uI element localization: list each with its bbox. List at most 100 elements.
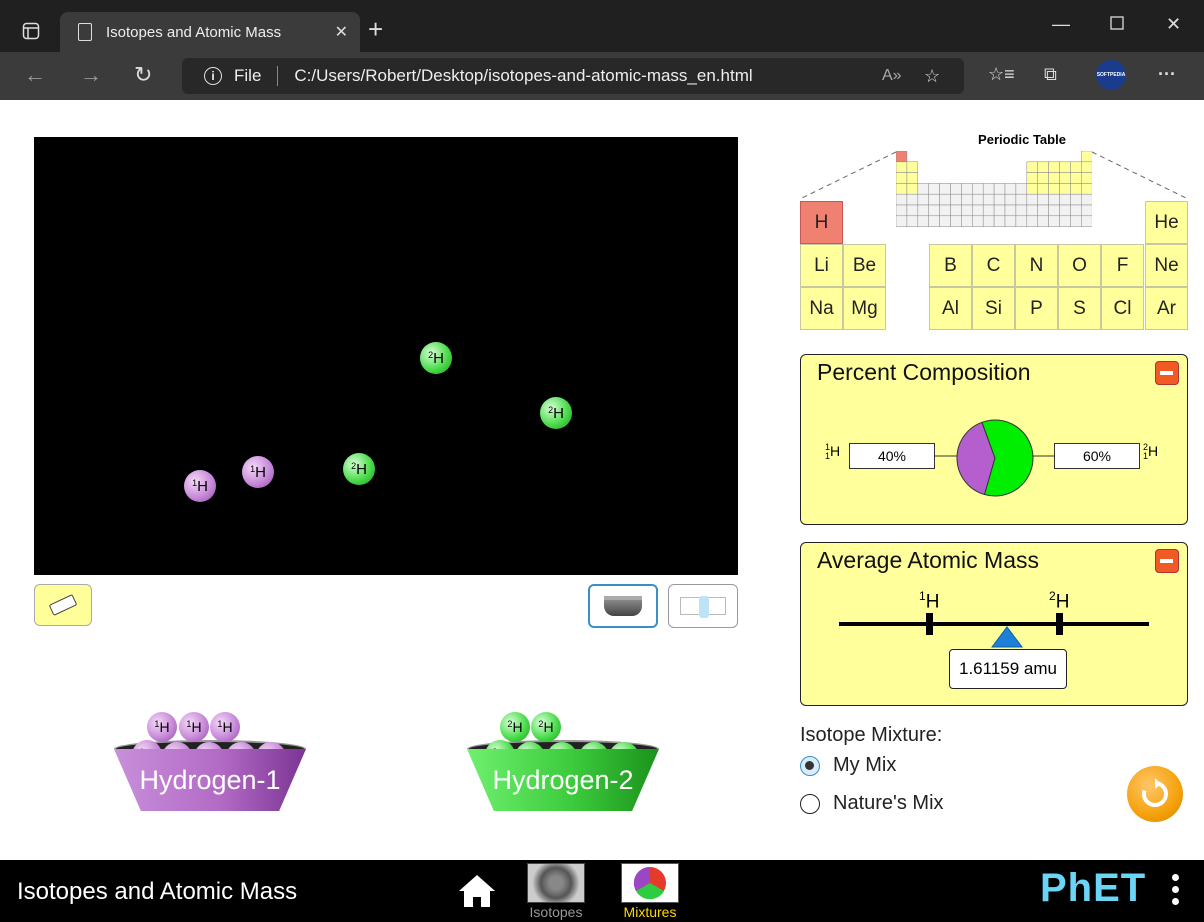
tick-label-hydrogen-2: 2H <box>1049 589 1070 613</box>
element-cell-p[interactable]: P <box>1015 287 1058 330</box>
hydrogen-2-bucket[interactable]: 2H 2H 2H 2H 2H Hydrogen-2 2H 2H <box>465 708 665 818</box>
maximize-icon[interactable] <box>1110 14 1124 35</box>
mixtures-screen-thumbnail <box>621 863 679 903</box>
isotopes-screen-thumbnail <box>527 863 585 903</box>
bucket-atom[interactable]: 2H <box>500 712 530 742</box>
eraser-icon <box>48 594 78 616</box>
info-icon[interactable]: i <box>204 67 222 85</box>
percent-composition-panel: Percent Composition 11H 40% 60% 21H <box>800 354 1188 525</box>
panel-title: Average Atomic Mass <box>817 547 1040 573</box>
forward-icon[interactable]: → <box>80 62 102 88</box>
url-text: C:/Users/Robert/Desktop/isotopes-and-ato… <box>294 66 753 85</box>
screen-button-isotopes[interactable]: Isotopes <box>524 863 588 920</box>
element-cell-al[interactable]: Al <box>929 287 972 330</box>
atom-hydrogen-1[interactable]: 1H <box>242 456 274 488</box>
atom-hydrogen-1[interactable]: 1H <box>184 470 216 502</box>
element-cell-si[interactable]: Si <box>972 287 1015 330</box>
close-window-icon[interactable]: ✕ <box>1166 14 1181 35</box>
bucket-atom[interactable]: 1H <box>210 712 240 742</box>
radio-selected-indicator[interactable] <box>800 755 820 776</box>
element-cell-ne[interactable]: Ne <box>1145 244 1188 287</box>
refresh-icon[interactable]: ↻ <box>134 62 152 88</box>
element-cell-s[interactable]: S <box>1058 287 1101 330</box>
element-cell-ar[interactable]: Ar <box>1145 287 1188 330</box>
bucket-label: Hydrogen-1 <box>114 749 306 811</box>
tick-label-hydrogen-1: 1H <box>919 589 940 613</box>
collections-icon[interactable]: ⧉ <box>1044 64 1057 85</box>
my-mix-radio[interactable]: My Mix <box>800 754 896 777</box>
radio-label: My Mix <box>833 754 897 776</box>
mass-scale <box>839 613 1149 648</box>
screen-label: Isotopes <box>529 904 583 920</box>
test-chamber[interactable]: 2H 2H 1H 1H 2H <box>34 137 738 575</box>
browser-titlebar: Isotopes and Atomic Mass ✕ + — ✕ <box>0 0 1204 52</box>
collapse-button[interactable] <box>1155 549 1179 573</box>
natures-mix-radio[interactable]: Nature's Mix <box>800 792 944 815</box>
address-separator <box>277 66 279 86</box>
favorites-icon[interactable]: ☆≡ <box>988 64 1015 85</box>
element-cell-o[interactable]: O <box>1058 244 1101 287</box>
element-cell-cl[interactable]: Cl <box>1101 287 1144 330</box>
collapse-button[interactable] <box>1155 361 1179 385</box>
close-tab-icon[interactable]: ✕ <box>335 22 348 42</box>
document-icon <box>78 23 92 41</box>
screen-label: Mixtures <box>623 904 677 920</box>
bucket-atom[interactable]: 2H <box>531 712 561 742</box>
isotope-label-right: 21H <box>1143 442 1159 462</box>
element-cell-na[interactable]: Na <box>800 287 843 330</box>
tick-hydrogen-2 <box>1056 613 1063 635</box>
simulation-area: 2H 2H 1H 1H 2H 1H 1H 1H 1H 1H Hydrogen-1… <box>0 100 1204 922</box>
radio-label: Nature's Mix <box>833 792 944 814</box>
read-aloud-icon[interactable]: A» <box>882 67 902 85</box>
average-mass-pointer <box>991 626 1023 648</box>
tab-actions-icon[interactable] <box>14 14 48 48</box>
hydrogen-1-percent: 40% <box>849 443 935 469</box>
screen-button-mixtures[interactable]: Mixtures <box>618 863 682 920</box>
element-cell-b[interactable]: B <box>929 244 972 287</box>
atom-hydrogen-2[interactable]: 2H <box>343 453 375 485</box>
file-label: File <box>234 66 262 85</box>
profile-avatar[interactable]: SOFTPEDIA <box>1096 60 1126 90</box>
slider-mode-button[interactable] <box>668 584 738 628</box>
url-field[interactable]: i File C:/Users/Robert/Desktop/isotopes-… <box>182 58 964 94</box>
atom-hydrogen-2[interactable]: 2H <box>420 342 452 374</box>
hydrogen-2-percent: 60% <box>1054 443 1140 469</box>
element-cell-c[interactable]: C <box>972 244 1015 287</box>
bucket-atom[interactable]: 1H <box>179 712 209 742</box>
reset-icon <box>1141 778 1168 807</box>
minimize-icon[interactable]: — <box>1052 14 1070 35</box>
new-tab-icon[interactable]: + <box>368 14 383 44</box>
browser-tab[interactable]: Isotopes and Atomic Mass ✕ <box>60 12 360 52</box>
address-bar: ← → ↻ i File C:/Users/Robert/Desktop/iso… <box>0 52 1204 100</box>
reset-all-button[interactable] <box>1127 766 1183 822</box>
home-icon[interactable] <box>458 874 496 908</box>
average-mass-readout: 1.61159 amu <box>949 649 1067 689</box>
element-cell-n[interactable]: N <box>1015 244 1058 287</box>
hydrogen-1-bucket[interactable]: 1H 1H 1H 1H 1H Hydrogen-1 1H 1H 1H <box>112 708 312 818</box>
radio-indicator[interactable] <box>800 793 820 814</box>
add-favorite-icon[interactable]: ☆ <box>924 66 940 87</box>
average-atomic-mass-panel: Average Atomic Mass 1H 2H 1.61159 amu <box>800 542 1188 706</box>
bucket-atom[interactable]: 1H <box>147 712 177 742</box>
sim-title: Isotopes and Atomic Mass <box>17 878 298 905</box>
back-icon[interactable]: ← <box>24 62 46 88</box>
mini-periodic-table <box>896 151 1092 227</box>
isotope-mixture-label: Isotope Mixture: <box>800 724 943 746</box>
element-cell-mg[interactable]: Mg <box>843 287 886 330</box>
atom-hydrogen-2[interactable]: 2H <box>540 397 572 429</box>
bucket-icon <box>604 596 642 616</box>
eraser-button[interactable] <box>34 584 92 626</box>
element-cell-he[interactable]: He <box>1145 201 1188 244</box>
element-cell-f[interactable]: F <box>1101 244 1144 287</box>
element-cell-li[interactable]: Li <box>800 244 843 287</box>
panel-title: Percent Composition <box>817 359 1031 385</box>
phet-logo[interactable]: PhET <box>1040 866 1146 911</box>
slider-icon <box>680 596 726 618</box>
more-options-icon[interactable]: ··· <box>1158 64 1176 85</box>
bucket-label: Hydrogen-2 <box>467 749 659 811</box>
element-cell-be[interactable]: Be <box>843 244 886 287</box>
composition-pie-chart <box>956 419 1034 497</box>
phet-menu-icon[interactable] <box>1172 874 1180 905</box>
bucket-mode-button[interactable] <box>588 584 658 628</box>
element-cell-h[interactable]: H <box>800 201 843 244</box>
